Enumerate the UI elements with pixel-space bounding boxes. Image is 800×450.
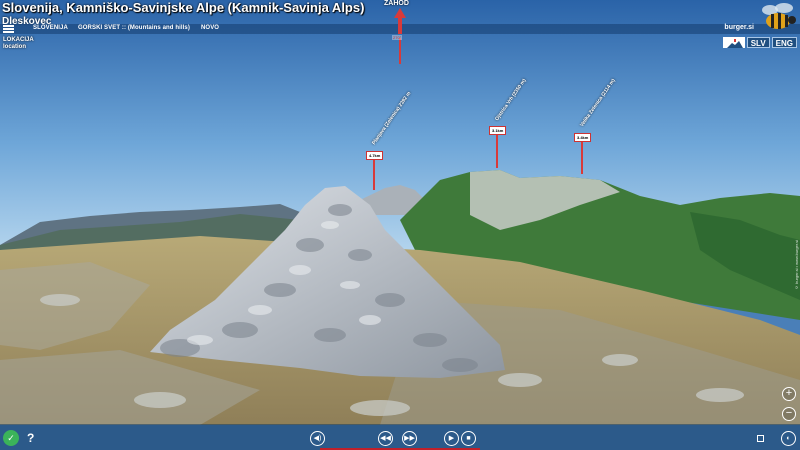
header: Slovenija, Kamniško-Savinjske Alpe (Kamn… bbox=[2, 0, 364, 27]
minus-icon: − bbox=[785, 407, 793, 419]
page-title: Slovenija, Kamniško-Savinjske Alpe (Kamn… bbox=[2, 0, 365, 15]
bee-logo-icon[interactable] bbox=[758, 1, 798, 33]
menu-item-slovenija[interactable]: SLOVENIJA bbox=[33, 25, 68, 31]
zoom-out-button[interactable]: − bbox=[782, 407, 796, 421]
location-label[interactable]: LOKACIJA location bbox=[3, 37, 34, 51]
sound-button[interactable]: ◀) bbox=[310, 431, 325, 446]
language-slv-button[interactable]: SLV bbox=[746, 37, 770, 48]
peak-distance: 4.7km bbox=[366, 151, 384, 160]
language-eng-button[interactable]: ENG bbox=[771, 37, 797, 48]
brand-link[interactable]: burger.si bbox=[724, 24, 754, 31]
check-icon: ✓ bbox=[7, 433, 15, 443]
next-button[interactable]: ▶▶ bbox=[402, 431, 417, 446]
fast-forward-icon: ▶▶ bbox=[404, 435, 415, 442]
map-icon bbox=[726, 39, 743, 48]
speaker-icon: ◀) bbox=[313, 435, 322, 442]
settings-button[interactable]: ◐ bbox=[781, 431, 796, 446]
fullscreen-button[interactable] bbox=[757, 435, 764, 442]
map-button[interactable] bbox=[722, 37, 745, 48]
panorama-image bbox=[0, 0, 800, 425]
menu-item-gorski-svet[interactable]: GORSKI SVET :: (Mountains and hills) bbox=[78, 25, 190, 31]
play-icon: ▶ bbox=[448, 435, 455, 442]
compass-direction: ZAHOD bbox=[384, 0, 409, 7]
hamburger-icon[interactable] bbox=[3, 24, 14, 34]
help-button[interactable]: ? bbox=[27, 431, 34, 445]
plus-icon: + bbox=[785, 387, 793, 399]
copyright-watermark: © burger.si • www.burger.si bbox=[794, 240, 799, 290]
panorama-view[interactable] bbox=[0, 0, 800, 450]
bottom-toolbar bbox=[0, 424, 800, 450]
location-label-slv: LOKACIJA bbox=[3, 37, 34, 43]
play-button[interactable]: ▶ bbox=[444, 431, 459, 446]
ok-button[interactable]: ✓ bbox=[3, 430, 19, 446]
peak-distance: 3.1km bbox=[489, 126, 507, 135]
language-bar: SLV ENG bbox=[722, 37, 797, 48]
stop-button[interactable]: ■ bbox=[461, 431, 476, 446]
peak-distance: 3.4km bbox=[574, 133, 592, 142]
half-circle-icon: ◐ bbox=[786, 435, 791, 442]
stop-icon: ■ bbox=[466, 435, 471, 442]
location-label-eng: location bbox=[3, 44, 27, 50]
previous-button[interactable]: ◀◀ bbox=[378, 431, 393, 446]
rewind-icon: ◀◀ bbox=[380, 435, 391, 442]
compass-heading: 270° bbox=[392, 35, 403, 40]
menu-item-novo[interactable]: NOVO bbox=[201, 25, 219, 31]
zoom-in-button[interactable]: + bbox=[782, 387, 796, 401]
